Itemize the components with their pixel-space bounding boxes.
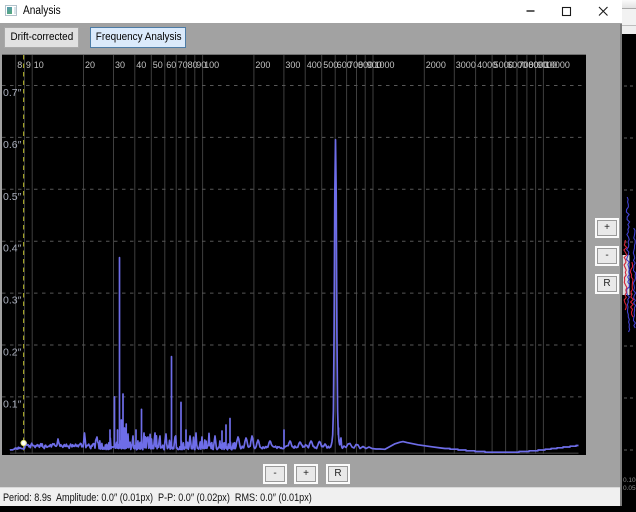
svg-text:0.3″: 0.3″ bbox=[3, 295, 22, 307]
svg-text:3000: 3000 bbox=[456, 60, 476, 70]
svg-text:0.6″: 0.6″ bbox=[3, 139, 22, 151]
svg-text:10: 10 bbox=[34, 60, 44, 70]
svg-text:60: 60 bbox=[166, 60, 176, 70]
svg-text:2000: 2000 bbox=[426, 60, 446, 70]
svg-text:9: 9 bbox=[26, 60, 31, 70]
svg-text:0.10: 0.10 bbox=[623, 477, 636, 484]
svg-text:50: 50 bbox=[153, 60, 163, 70]
svg-text:30: 30 bbox=[115, 60, 125, 70]
svg-text:20: 20 bbox=[85, 60, 95, 70]
svg-text:0.7″: 0.7″ bbox=[3, 87, 22, 99]
svg-text:0.05: 0.05 bbox=[623, 485, 636, 492]
svg-text:40: 40 bbox=[136, 60, 146, 70]
svg-text:0.2″: 0.2″ bbox=[3, 347, 22, 359]
svg-text:100: 100 bbox=[204, 60, 219, 70]
svg-text:300: 300 bbox=[285, 60, 300, 70]
svg-text:10000: 10000 bbox=[545, 60, 570, 70]
svg-text:400: 400 bbox=[307, 60, 322, 70]
svg-text:8: 8 bbox=[17, 60, 22, 70]
svg-text:200: 200 bbox=[255, 60, 270, 70]
svg-text:70: 70 bbox=[178, 60, 188, 70]
svg-text:0.4″: 0.4″ bbox=[3, 243, 22, 255]
svg-text:0.1″: 0.1″ bbox=[3, 398, 22, 410]
svg-text:0.5″: 0.5″ bbox=[3, 191, 22, 203]
svg-text:1000: 1000 bbox=[375, 60, 395, 70]
